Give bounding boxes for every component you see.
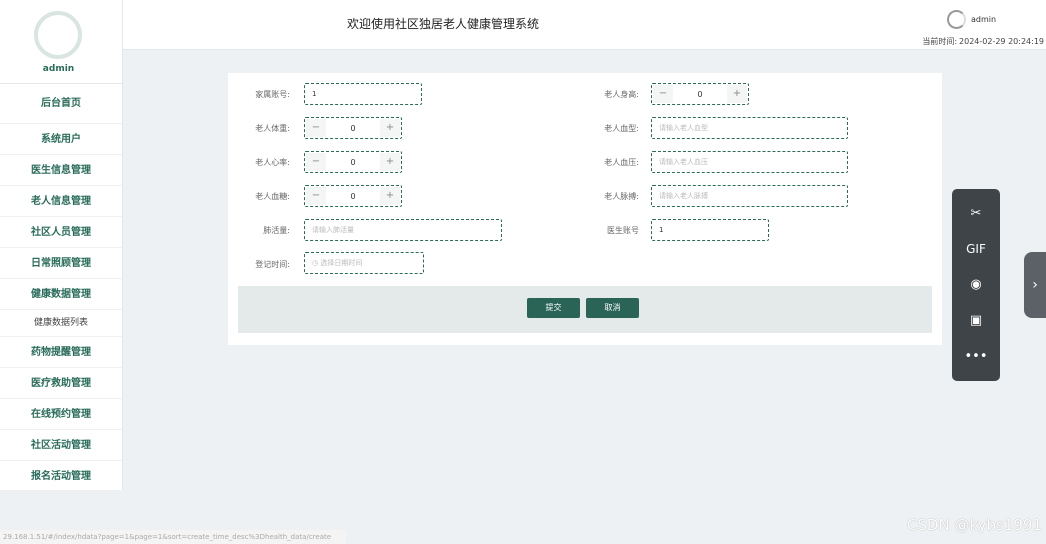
avatar[interactable]: [34, 11, 82, 59]
doctor-account-label: 医生账号: [607, 226, 639, 235]
floating-toolbar: ✂ GIF ◉ ▣ •••: [952, 189, 1000, 381]
weight-plus-button[interactable]: +: [380, 119, 400, 137]
form-actions: 提交 取消: [238, 286, 932, 333]
lung-capacity-input[interactable]: 请输入肺活量: [304, 219, 502, 241]
heart-rate-value[interactable]: 0: [327, 158, 379, 167]
more-icon[interactable]: •••: [952, 345, 1000, 369]
sidebar-subitem-health-data-list[interactable]: 健康数据列表: [0, 310, 122, 337]
register-time-picker[interactable]: ◷ 选择日期时间: [304, 252, 424, 274]
sidebar-item-daily-care[interactable]: 日常照顾管理: [0, 248, 122, 279]
current-time-label: 当前时间:: [922, 37, 958, 46]
blood-pressure-label: 老人血压:: [604, 158, 639, 167]
cancel-button[interactable]: 取消: [586, 298, 639, 318]
status-url: 29.168.1.51/#/index/hdata?page=1&page=1&…: [0, 530, 346, 544]
family-account-input[interactable]: 1: [304, 83, 422, 105]
submit-button[interactable]: 提交: [527, 298, 580, 318]
lung-capacity-label: 肺活量:: [263, 226, 290, 235]
scissors-icon[interactable]: ✂: [952, 202, 1000, 226]
sidebar-item-community-activity[interactable]: 社区活动管理: [0, 430, 122, 461]
blood-sugar-plus-button[interactable]: +: [380, 187, 400, 205]
height-label: 老人身高:: [604, 90, 639, 99]
pulse-label: 老人脉搏:: [604, 192, 639, 201]
sidebar-header: admin: [0, 0, 122, 84]
heart-rate-minus-button[interactable]: −: [306, 153, 326, 171]
sidebar: admin 后台首页 系统用户 医生信息管理 老人信息管理 社区人员管理 日常照…: [0, 0, 123, 492]
health-data-form: 家属账号: 1 老人身高: − 0 + 老人体重: − 0 + 老人血型: 请输…: [228, 73, 942, 345]
top-header: 欢迎使用社区独居老人健康管理系统 admin 当前时间: 2024-02-29 2…: [123, 0, 1046, 50]
register-time-label: 登记时间:: [255, 260, 290, 269]
sidebar-item-system-users[interactable]: 系统用户: [0, 124, 122, 155]
blood-sugar-value[interactable]: 0: [327, 192, 379, 201]
sidebar-item-doctor-info[interactable]: 医生信息管理: [0, 155, 122, 186]
register-time-placeholder: 选择日期时间: [320, 259, 363, 267]
gif-button[interactable]: GIF: [952, 237, 1000, 261]
height-value[interactable]: 0: [674, 90, 726, 99]
image-icon[interactable]: ▣: [952, 309, 1000, 333]
sidebar-item-home[interactable]: 后台首页: [0, 84, 122, 124]
height-minus-button[interactable]: −: [653, 85, 673, 103]
blood-sugar-stepper[interactable]: − 0 +: [304, 185, 402, 207]
current-time: 当前时间: 2024-02-29 20:24:19: [920, 36, 1044, 47]
blood-sugar-label: 老人血糖:: [255, 192, 290, 201]
weight-minus-button[interactable]: −: [306, 119, 326, 137]
user-avatar-icon[interactable]: [947, 10, 966, 29]
weight-label: 老人体重:: [255, 124, 290, 133]
weight-value[interactable]: 0: [327, 124, 379, 133]
sidebar-item-medication-reminder[interactable]: 药物提醒管理: [0, 337, 122, 368]
sidebar-username: admin: [42, 64, 75, 74]
watermark: CSDN @kybs1991: [906, 516, 1042, 534]
blood-sugar-minus-button[interactable]: −: [306, 187, 326, 205]
sidebar-item-activity-signup[interactable]: 报名活动管理: [0, 461, 122, 492]
height-stepper[interactable]: − 0 +: [651, 83, 749, 105]
record-icon[interactable]: ◉: [952, 273, 1000, 297]
sidebar-item-elder-info[interactable]: 老人信息管理: [0, 186, 122, 217]
sidebar-item-health-data[interactable]: 健康数据管理: [0, 279, 122, 310]
pulse-input[interactable]: 请输入老人脉搏: [651, 185, 848, 207]
page-title: 欢迎使用社区独居老人健康管理系统: [347, 17, 540, 31]
blood-type-input[interactable]: 请输入老人血型: [651, 117, 848, 139]
blood-type-label: 老人血型:: [604, 124, 639, 133]
sidebar-item-medical-aid[interactable]: 医疗救助管理: [0, 368, 122, 399]
weight-stepper[interactable]: − 0 +: [304, 117, 402, 139]
header-username[interactable]: admin: [971, 15, 996, 24]
family-account-label: 家属账号:: [255, 90, 290, 99]
expand-tab-chevron-right-icon[interactable]: ›: [1024, 252, 1046, 318]
current-time-value: 2024-02-29 20:24:19: [959, 37, 1044, 46]
heart-rate-stepper[interactable]: − 0 +: [304, 151, 402, 173]
height-plus-button[interactable]: +: [727, 85, 747, 103]
sidebar-item-online-booking[interactable]: 在线预约管理: [0, 399, 122, 430]
sidebar-item-community-staff[interactable]: 社区人员管理: [0, 217, 122, 248]
heart-rate-plus-button[interactable]: +: [380, 153, 400, 171]
heart-rate-label: 老人心率:: [255, 158, 290, 167]
doctor-account-input[interactable]: 1: [651, 219, 769, 241]
blood-pressure-input[interactable]: 请输入老人血压: [651, 151, 848, 173]
